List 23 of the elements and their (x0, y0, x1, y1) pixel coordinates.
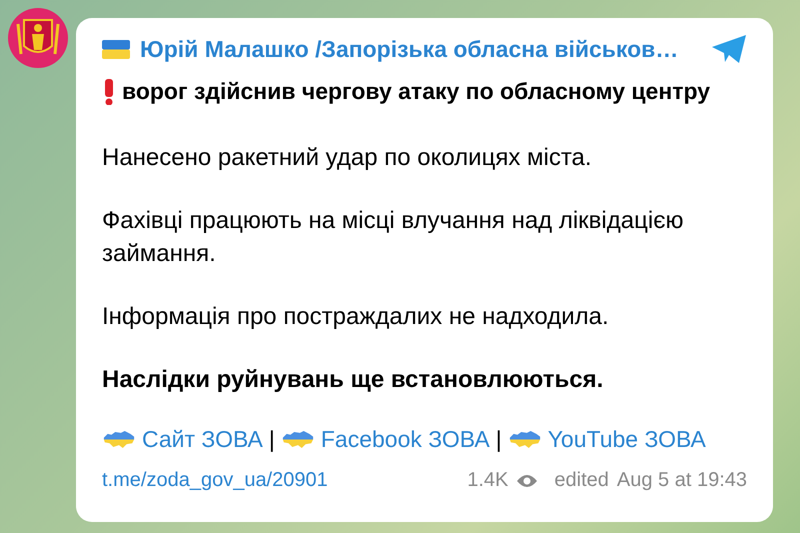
ukraine-map-icon (280, 430, 315, 449)
link[interactable]: Сайт ЗОВА (142, 426, 263, 453)
paper-plane-icon[interactable] (711, 34, 747, 64)
separator: | (268, 426, 275, 453)
ukraine-map-icon (102, 430, 136, 449)
link[interactable]: Facebook ЗОВА (320, 426, 490, 453)
eye-icon (516, 472, 538, 488)
post-link[interactable]: t.me/zoda_gov_ua/20901 (102, 469, 460, 492)
link[interactable]: YouTube ЗОВА (548, 426, 706, 453)
exclamation-icon (102, 78, 116, 104)
separator: | (496, 426, 502, 453)
emblem-avatar[interactable] (8, 8, 68, 68)
message-paragraph: Фахівці працюють на місці влучання над ліквідацією займання. (102, 206, 684, 269)
flag-icon (102, 40, 130, 58)
message-time: Aug 5 at 19:43 (616, 469, 747, 492)
message-paragraph: Наслідки руйнувань ще встановлюються. (102, 365, 604, 395)
ukraine-map-icon (508, 430, 542, 449)
message-paragraph: Інформація про постраждалих не надходила. (102, 302, 610, 332)
headline: ворог здійснив чергову атаку по обласному центру (122, 78, 710, 105)
message-paragraph: Нанесено ракетний удар по околицях міста. (102, 143, 593, 173)
edited-label: edited (554, 469, 609, 492)
view-count: 1.4K (467, 469, 508, 492)
channel-name[interactable]: Юрій Малашко /Запорізька обласна військов… (140, 36, 701, 62)
